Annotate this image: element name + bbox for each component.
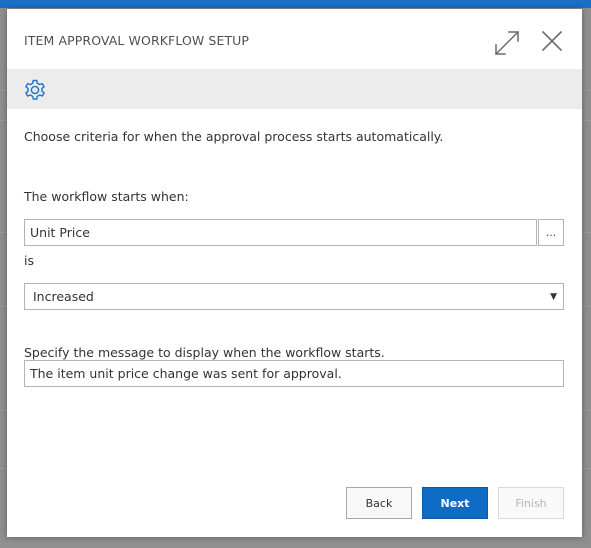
next-button[interactable]: Next [422, 487, 488, 519]
message-input[interactable]: The item unit price change was sent for … [24, 360, 564, 387]
condition-selected-value: Increased [33, 289, 94, 304]
message-value: The item unit price change was sent for … [30, 366, 342, 381]
workflow-setup-dialog: ITEM APPROVAL WORKFLOW SETUP Choose crit… [7, 9, 582, 537]
app-top-bar [0, 0, 591, 8]
dropdown-arrow-icon: ▼ [550, 291, 557, 302]
close-icon[interactable] [540, 29, 564, 53]
action-bar [7, 69, 582, 109]
intro-text: Choose criteria for when the approval pr… [24, 129, 444, 144]
criteria-field-input[interactable]: Unit Price [24, 219, 537, 246]
expand-icon[interactable] [493, 29, 521, 57]
dialog-title: ITEM APPROVAL WORKFLOW SETUP [24, 33, 250, 48]
back-button[interactable]: Back [346, 487, 412, 519]
message-label: Specify the message to display when the … [24, 345, 385, 360]
condition-select[interactable]: Increased ▼ [24, 283, 564, 310]
gear-icon[interactable] [22, 78, 48, 104]
finish-button[interactable]: Finish [498, 487, 564, 519]
starts-when-label: The workflow starts when: [24, 189, 189, 204]
lookup-button[interactable]: ... [538, 219, 564, 246]
is-label: is [24, 253, 34, 268]
criteria-field-value: Unit Price [30, 225, 90, 240]
